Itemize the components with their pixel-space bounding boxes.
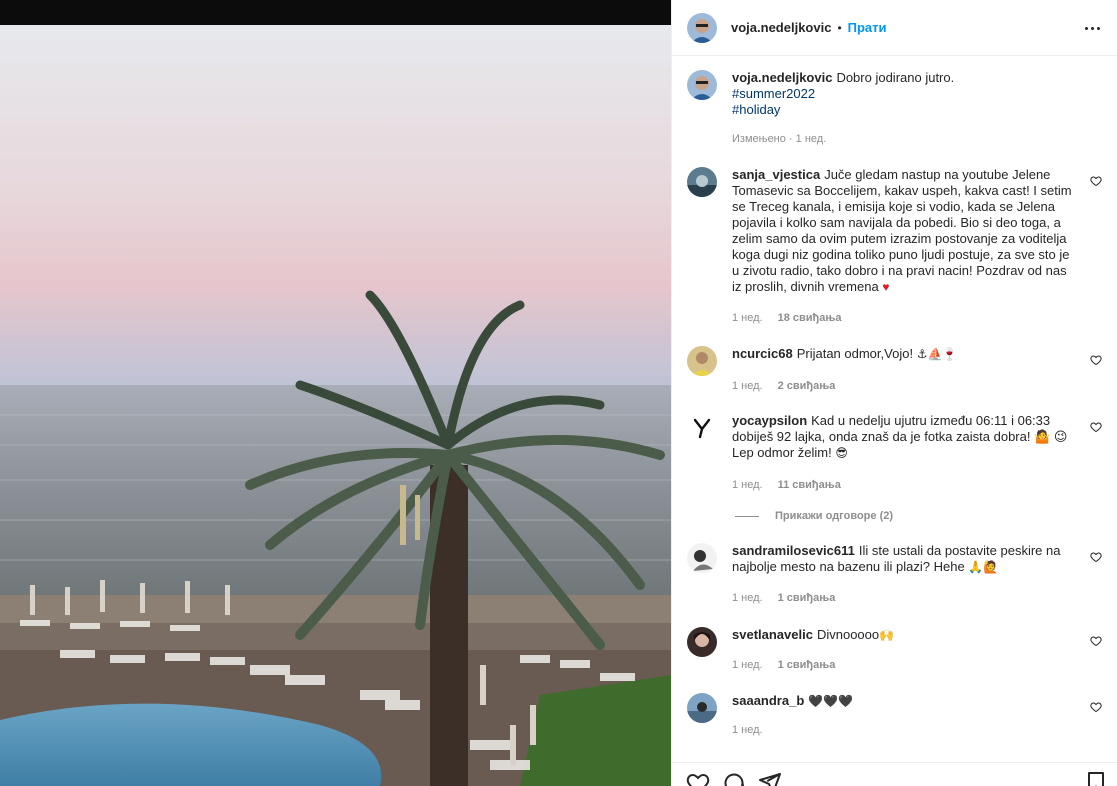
commenter-avatar[interactable] (687, 167, 717, 197)
comment-body: yocaypsilon Kad u nedelju ujutru između 0… (732, 413, 1072, 461)
commenter-avatar[interactable] (687, 627, 717, 657)
comment-text: Juče gledam nastup na youtube Jelene Tom… (732, 167, 1072, 294)
caption-body: voja.nedeljkovic Dobro jodirano jutro. #s… (732, 70, 1072, 118)
hashtag-link[interactable]: #summer2022 (732, 86, 1072, 102)
author-username[interactable]: voja.nedeljkovic (731, 20, 831, 35)
post-photo[interactable] (0, 0, 671, 786)
comment-time: 1 нед. (732, 592, 763, 604)
author-avatar[interactable] (687, 70, 717, 100)
comment-body: sandramilosevic611 Ili ste ustali da post… (732, 543, 1072, 575)
caption-edited-time: Измењено · 1 нед. (732, 133, 827, 145)
photo-top-bar (0, 0, 671, 25)
emoji-group: 😎 (835, 446, 848, 460)
comment-meta: 1 нед. 1 свиђања (732, 658, 835, 672)
comment-meta: 1 нед. 1 свиђања (732, 591, 835, 605)
post-header: voja.nedeljkovic • Прати (672, 0, 1117, 56)
caption-meta: Измењено · 1 нед. (732, 132, 826, 146)
like-comment-heart-icon[interactable] (1090, 635, 1102, 647)
commenter-avatar[interactable] (687, 693, 717, 723)
comment-likes[interactable]: 1 свиђања (778, 658, 836, 672)
comment-body: ncurcic68 Prijatan odmor,Vojo! ⚓⛵🍷 (732, 346, 1072, 362)
comment-author[interactable]: sandramilosevic611 (732, 543, 855, 558)
commenter-avatar[interactable] (687, 346, 717, 376)
comment-author[interactable]: sanja_vjestica (732, 167, 820, 182)
bookmark-icon[interactable] (1084, 771, 1108, 786)
comment-time: 1 нед. (732, 724, 763, 736)
comment-icon[interactable] (722, 771, 746, 786)
view-replies-label: Прикажи одговоре (2) (775, 510, 894, 522)
comment-time: 1 нед. (732, 380, 763, 392)
like-comment-heart-icon[interactable] (1090, 421, 1102, 433)
follow-button[interactable]: Прати (848, 20, 887, 35)
emoji-group: 🙌 (879, 628, 895, 642)
comment-body: svetlanavelic Divnooooo🙌 (732, 627, 1072, 643)
comment-body: saaandra_b 🖤🖤🖤 (732, 693, 1072, 709)
comment-likes[interactable]: 1 свиђања (778, 591, 836, 605)
comment-text: Divnooooo (816, 627, 880, 642)
like-comment-heart-icon[interactable] (1090, 354, 1102, 366)
heart-emoji: ♥ (882, 280, 890, 294)
comment-body: sanja_vjestica Juče gledam nastup na yout… (732, 167, 1072, 295)
emoji-group: ⚓⛵🍷 (916, 347, 958, 361)
comment-meta: 1 нед. 2 свиђања (732, 379, 835, 393)
view-replies-button[interactable]: Прикажи одговоре (2) (735, 510, 893, 522)
share-icon[interactable] (758, 771, 782, 786)
comment-author[interactable]: ncurcic68 (732, 346, 793, 361)
replies-divider (735, 515, 759, 517)
emoji-group: 🙏🙋 (968, 560, 999, 574)
hashtag-link[interactable]: #holiday (732, 102, 1072, 118)
comment-time: 1 нед. (732, 312, 763, 324)
beach-photo (0, 25, 671, 786)
comment-meta: 1 нед. 18 свиђања (732, 311, 841, 325)
comments-list[interactable]: voja.nedeljkovic Dobro jodirano jutro. #s… (672, 56, 1117, 762)
comment-meta: 1 нед. (732, 723, 763, 737)
comment-text: Prijatan odmor,Vojo! (796, 346, 914, 361)
emoji-group: 🖤🖤🖤 (808, 694, 854, 708)
post-detail-panel: voja.nedeljkovic • Прати voja.nedeljkovi… (671, 0, 1117, 786)
comment-likes[interactable]: 18 свиђања (778, 311, 842, 325)
comment-author[interactable]: saaandra_b (732, 693, 804, 708)
comment-time: 1 нед. (732, 479, 763, 491)
comment-time: 1 нед. (732, 659, 763, 671)
post-action-bar (672, 762, 1117, 786)
more-options-icon[interactable] (1080, 16, 1104, 40)
comment-likes[interactable]: 11 свиђања (778, 478, 841, 492)
comment-author[interactable]: yocaypsilon (732, 413, 807, 428)
comment-author[interactable]: svetlanavelic (732, 627, 813, 642)
comment-meta: 1 нед. 11 свиђања (732, 478, 841, 492)
like-comment-heart-icon[interactable] (1090, 551, 1102, 563)
caption-text: Dobro jodirano jutro. (836, 70, 955, 85)
commenter-avatar[interactable] (687, 543, 717, 573)
like-comment-heart-icon[interactable] (1090, 175, 1102, 187)
heart-icon[interactable] (686, 771, 710, 786)
caption-author[interactable]: voja.nedeljkovic (732, 70, 832, 85)
commenter-avatar[interactable] (687, 413, 717, 443)
separator-dot: • (837, 20, 842, 35)
like-comment-heart-icon[interactable] (1090, 701, 1102, 713)
comment-likes[interactable]: 2 свиђања (778, 379, 836, 393)
author-avatar[interactable] (687, 12, 717, 43)
